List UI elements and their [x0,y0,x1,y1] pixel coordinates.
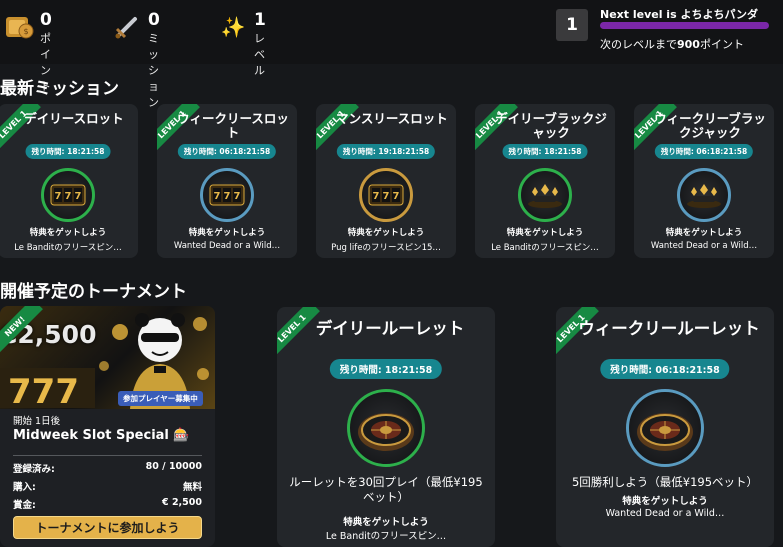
time-remaining-badge: 残り時間: 06:18:21:58 [654,144,754,159]
svg-text:7: 7 [65,191,72,202]
divider [13,455,202,456]
svg-text:7: 7 [214,191,221,202]
registered-row: 登録済み: 80 / 10000 [13,461,202,475]
tournament-card[interactable]: 777 €2,500 NEW! 参加プレイヤー募集中 開始 1日後 Midwee… [0,306,215,547]
buy-in-row: 購入: 無料 [13,482,202,493]
cards-icon [518,168,572,222]
reward-description: Wanted Dead or a Wild… [605,508,725,519]
time-remaining-badge: 残り時間: 19:18:21:58 [336,144,436,159]
mission-task: ルーレットを30回プレイ（最低¥195ベット） [289,475,483,504]
prize-row: 賞金: € 2,500 [13,497,202,511]
time-remaining-badge: 残り時間: 06:18:21:58 [177,144,277,159]
mission-card[interactable]: LEVEL 1 デイリーブラックジャック 残り時間: 18:21:58 特典をゲットし… [475,104,615,258]
mission-title: ウィークリースロット [177,112,289,140]
mission-title: デイリールーレット [315,319,465,338]
mission-title: ウィークリーブラックジャック [654,112,766,140]
reward-description: Pug lifeのフリースピン15… [331,243,441,253]
mission-title: デイリースロット [24,112,124,126]
reward-heading: 特典をゲットしよう [347,228,425,238]
join-tournament-button[interactable]: トーナメントに参加しよう [13,516,202,539]
time-remaining-badge: 残り時間: 18:21:58 [25,144,111,159]
roulette-mission-card[interactable]: LEVEL 1 デイリールーレット 残り時間: 18:21:58 ルーレットを30回プ… [277,307,495,547]
slot-machine-icon: 777 [359,168,413,222]
mission-title: ウィークリールーレット [578,319,760,338]
svg-text:$: $ [23,27,28,36]
points-value: 0 [40,10,52,30]
reward-heading: 特典をゲットしよう [343,517,429,528]
time-remaining-badge: 残り時間: 18:21:58 [329,359,443,379]
svg-text:777: 777 [8,372,79,409]
reward-description: Le Banditのフリースピン… [491,243,599,253]
reward-heading: 特典をゲットしよう [29,228,107,238]
slot-machine-icon: 777 [41,168,95,222]
mission-card[interactable]: LEVEL 1 ウィークリースロット 残り時間: 06:18:21:58 7 7 7 特典を… [157,104,297,258]
svg-text:7: 7 [234,191,241,202]
level-badge: 1 [556,9,588,41]
roulette-icon [347,389,425,467]
reward-heading: 特典をゲットしよう [665,228,743,238]
next-level-text: Next level is よちよちパンダ [600,8,759,21]
level-value: 1 [254,10,266,30]
top-stats-bar: $ 0 ポイント 0 ミッション ✨ 1 レベル 1 Next level is… [0,0,783,109]
latest-missions-title: 最新ミッション [0,79,119,99]
points-icon: $ [4,12,34,42]
mission-task: 5回勝利しよう（最低¥195ベット） [571,475,759,489]
svg-text:7: 7 [55,191,62,202]
mission-title: マンスリースロット [336,112,448,126]
reward-description: Le Banditのフリースピン… [325,531,447,542]
tournament-banner: 777 €2,500 NEW! 参加プレイヤー募集中 [0,306,215,409]
reward-heading: 特典をゲットしよう [188,228,266,238]
tournament-start-time: 開始 1日後 [13,416,61,427]
svg-text:7: 7 [373,191,380,202]
cards-icon [677,168,731,222]
svg-text:7: 7 [224,191,231,202]
mission-card[interactable]: LEVEL 1 デイリースロット 残り時間: 18:21:58 7 7 7 特典をゲットしよ… [0,104,138,258]
svg-text:7: 7 [75,191,82,202]
points-to-next-level: 次のレベルまで900ポイント [600,38,744,51]
upcoming-tournaments-title: 開催予定のトーナメント [0,282,187,302]
sparkle-icon: ✨ [220,15,246,39]
time-remaining-badge: 残り時間: 18:21:58 [502,144,588,159]
reward-heading: 特典をゲットしよう [506,228,584,238]
recruiting-badge: 参加プレイヤー募集中 [118,391,203,406]
sword-icon [112,12,142,42]
reward-description: Wanted Dead or a Wild… [173,241,281,251]
slot-machine-icon: 777 [200,168,254,222]
level-progress-bar [600,22,769,29]
tournament-name: Midweek Slot Special 🎰 [13,428,190,443]
svg-text:7: 7 [383,191,390,202]
reward-description: Le Banditのフリースピン… [14,243,122,253]
roulette-icon [626,389,704,467]
time-remaining-badge: 残り時間: 06:18:21:58 [600,359,730,379]
missions-label: ミッション [148,32,159,109]
svg-text:7: 7 [393,191,400,202]
roulette-mission-card[interactable]: LEVEL 1 ウィークリールーレット 残り時間: 06:18:21:58 5回勝利し… [556,307,774,547]
mission-card[interactable]: LEVEL 1 マンスリースロット 残り時間: 19:18:21:58 7 7 7 特典をゲ… [316,104,456,258]
reward-heading: 特典をゲットしよう [622,496,708,507]
mission-card[interactable]: LEVEL 1 ウィークリーブラックジャック 残り時間: 06:18:21:58 特典… [634,104,774,258]
reward-description: Wanted Dead or a Wild… [650,241,758,251]
missions-value: 0 [148,10,160,30]
level-label: レベル [254,32,265,77]
mission-title: デイリーブラックジャック [495,112,607,140]
